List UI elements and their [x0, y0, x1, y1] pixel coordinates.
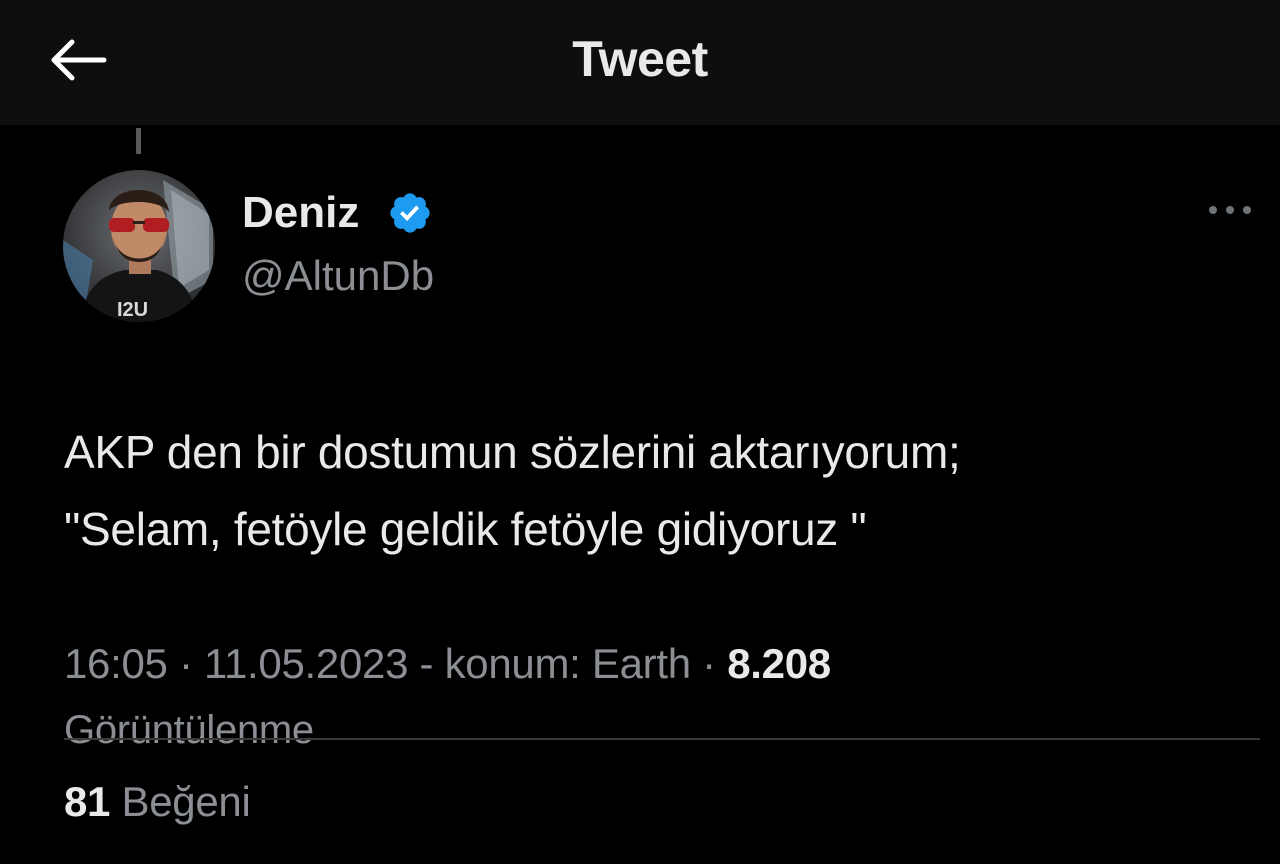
- page-title: Tweet: [572, 31, 708, 87]
- svg-text:I2U: I2U: [117, 299, 148, 321]
- views-label: Görüntülenme: [64, 708, 314, 752]
- tweet-time[interactable]: 16:05: [64, 640, 168, 687]
- profile-photo: I2U: [63, 170, 215, 322]
- views-count: 8.208: [727, 640, 831, 687]
- likes-stat[interactable]: 81 Beğeni: [64, 778, 251, 826]
- divider: [64, 738, 1260, 740]
- author-display-name[interactable]: Deniz: [242, 188, 359, 238]
- tweet-text-line: "Selam, fetöyle geldik fetöyle gidiyoruz…: [64, 503, 867, 555]
- tweet-body: AKP den bir dostumun sözlerini aktarıyor…: [64, 414, 1244, 568]
- tweet-text-line: AKP den bir dostumun sözlerini aktarıyor…: [64, 426, 961, 478]
- more-dots-icon: [1209, 206, 1251, 214]
- tweet-location: konum: Earth: [444, 640, 691, 687]
- separator: ·: [690, 640, 728, 687]
- author-handle[interactable]: @AltunDb: [242, 252, 434, 300]
- thread-connector: [136, 128, 141, 154]
- likes-label: Beğeni: [121, 778, 251, 825]
- tweet-metadata: 16:05 · 11.05.2023 - konum: Earth · 8.20…: [64, 640, 831, 688]
- more-options-button[interactable]: [1200, 192, 1260, 228]
- separator: ·: [167, 640, 205, 687]
- likes-count: 81: [64, 778, 111, 825]
- avatar[interactable]: I2U: [63, 170, 215, 322]
- tweet-date[interactable]: 11.05.2023: [204, 640, 408, 687]
- separator: -: [408, 640, 445, 687]
- verified-badge-icon: [390, 193, 430, 233]
- top-bar: Tweet: [0, 0, 1280, 125]
